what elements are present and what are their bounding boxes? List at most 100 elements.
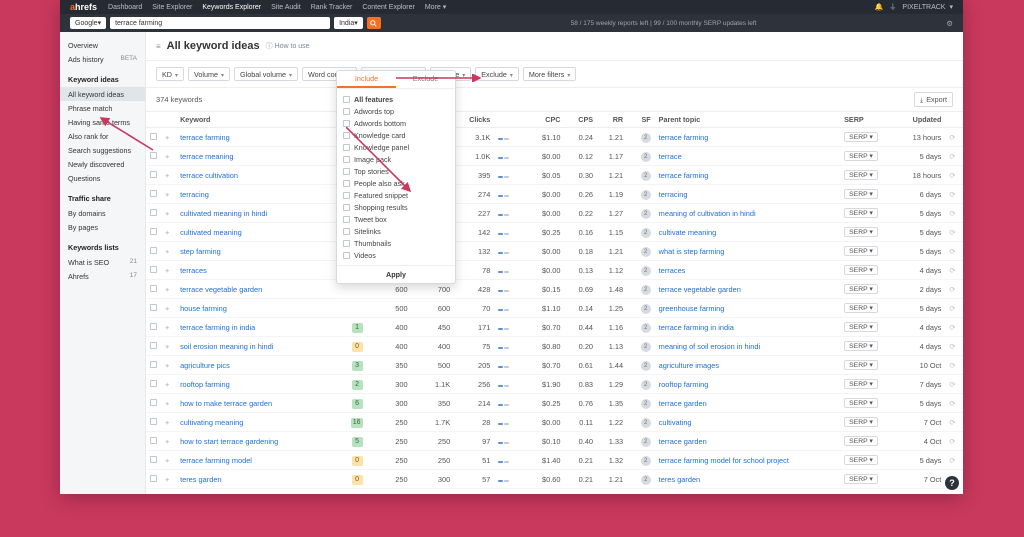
row-add[interactable]: + [161,451,176,470]
dropdown-option[interactable]: Shopping results [343,201,449,213]
refresh-button[interactable]: ⟳ [945,147,963,166]
serp-button[interactable]: SERP ▾ [840,166,893,185]
serp-button[interactable]: SERP ▾ [840,204,893,223]
refresh-button[interactable]: ⟳ [945,318,963,337]
refresh-button[interactable]: ⟳ [945,337,963,356]
row-checkbox[interactable] [146,166,161,185]
nav-item[interactable]: Keywords Explorer [202,4,261,11]
sidebar-item[interactable]: Having same terms [60,115,145,129]
sidebar-item[interactable]: Ahrefs17 [60,269,145,283]
gear-icon[interactable]: ⚙ [946,19,953,28]
sf-cell[interactable]: 2 [627,432,655,451]
refresh-button[interactable]: ⟳ [945,356,963,375]
serp-button[interactable]: SERP ▾ [840,147,893,166]
refresh-button[interactable]: ⟳ [945,204,963,223]
refresh-button[interactable]: ⟳ [945,280,963,299]
sf-cell[interactable]: 2 [627,185,655,204]
sf-cell[interactable]: 2 [627,204,655,223]
sf-cell[interactable]: 2 [627,242,655,261]
sf-cell[interactable]: 2 [627,451,655,470]
keyword-cell[interactable]: soil erosion meaning in hindi [176,337,336,356]
sf-cell[interactable]: 2 [627,280,655,299]
row-checkbox[interactable] [146,299,161,318]
row-add[interactable]: + [161,470,176,489]
account-menu[interactable]: PIXELTRACK ▾ [902,3,953,11]
keyword-cell[interactable]: how to start terrace gardening [176,432,336,451]
parent-topic-cell[interactable]: terrace farming in india [655,318,840,337]
table-header[interactable]: SF [627,112,655,128]
sf-cell[interactable]: 2 [627,261,655,280]
refresh-button[interactable]: ⟳ [945,394,963,413]
row-checkbox[interactable] [146,261,161,280]
dropdown-option[interactable]: Sitelinks [343,225,449,237]
table-header[interactable]: Parent topic [655,112,840,128]
serp-button[interactable]: SERP ▾ [840,470,893,489]
serp-button[interactable]: SERP ▾ [840,432,893,451]
sf-cell[interactable]: 2 [627,299,655,318]
parent-topic-cell[interactable]: terrace garden [655,394,840,413]
keyword-cell[interactable]: terrace farming in india [176,318,336,337]
serp-button[interactable]: SERP ▾ [840,261,893,280]
sidebar-item[interactable]: By pages [60,220,145,234]
help-button[interactable]: ? [945,476,959,490]
serp-button[interactable]: SERP ▾ [840,413,893,432]
filter-exclude[interactable]: Exclude [475,67,519,81]
sf-cell[interactable]: 2 [627,223,655,242]
country-select[interactable]: India ▾ [334,17,363,29]
keyword-cell[interactable]: terrace cultivation [176,166,336,185]
row-checkbox[interactable] [146,375,161,394]
sidebar-item[interactable]: Phrase match [60,101,145,115]
table-header[interactable]: CPC [524,112,564,128]
row-checkbox[interactable] [146,242,161,261]
parent-topic-cell[interactable]: meaning of cultivation in hindi [655,204,840,223]
sidebar-item[interactable]: What is SEO21 [60,255,145,269]
keyword-cell[interactable]: terrace farming model [176,451,336,470]
keyword-cell[interactable]: how to make terrace garden [176,394,336,413]
dropdown-tab-include[interactable]: Include [337,71,396,88]
dropdown-option[interactable]: All features [343,93,449,105]
keyword-cell[interactable]: rooftop farming [176,375,336,394]
dropdown-option[interactable]: Knowledge panel [343,141,449,153]
serp-button[interactable]: SERP ▾ [840,451,893,470]
row-checkbox[interactable] [146,394,161,413]
dropdown-option[interactable]: Adwords bottom [343,117,449,129]
refresh-button[interactable]: ⟳ [945,432,963,451]
parent-topic-cell[interactable]: terrace vegetable garden [655,280,840,299]
serp-button[interactable]: SERP ▾ [840,185,893,204]
dropdown-option[interactable]: Tweet box [343,213,449,225]
row-checkbox[interactable] [146,223,161,242]
serp-button[interactable]: SERP ▾ [840,318,893,337]
parent-topic-cell[interactable]: terrace [655,147,840,166]
dropdown-option[interactable]: People also ask [343,177,449,189]
serp-button[interactable]: SERP ▾ [840,337,893,356]
filter-volume[interactable]: Volume [188,67,230,81]
sf-cell[interactable]: 2 [627,356,655,375]
filter-more-filters[interactable]: More filters [523,67,577,81]
nav-item[interactable]: Content Explorer [362,4,415,11]
how-to-use[interactable]: ⓘ How to use [266,41,310,51]
serp-button[interactable]: SERP ▾ [840,356,893,375]
serp-button[interactable]: SERP ▾ [840,394,893,413]
dropdown-option[interactable]: Featured snippet [343,189,449,201]
parent-topic-cell[interactable]: what is step farming [655,242,840,261]
table-header[interactable]: CPS [564,112,597,128]
refresh-button[interactable]: ⟳ [945,261,963,280]
serp-button[interactable]: SERP ▾ [840,242,893,261]
row-add[interactable]: + [161,147,176,166]
table-header[interactable]: Updated [893,112,946,128]
row-add[interactable]: + [161,280,176,299]
nav-item[interactable]: More ▾ [425,4,446,11]
row-add[interactable]: + [161,204,176,223]
serp-button[interactable]: SERP ▾ [840,375,893,394]
refresh-button[interactable]: ⟳ [945,128,963,147]
refresh-button[interactable]: ⟳ [945,451,963,470]
table-header[interactable]: SERP [840,112,893,128]
parent-topic-cell[interactable]: terrace farming model for school project [655,451,840,470]
keyword-cell[interactable]: cultivated meaning [176,223,336,242]
row-add[interactable]: + [161,337,176,356]
parent-topic-cell[interactable]: teres garden [655,470,840,489]
dropdown-option[interactable]: Videos [343,249,449,261]
filter-kd[interactable]: KD [156,67,184,81]
row-add[interactable]: + [161,242,176,261]
notifications-icon[interactable]: 🔔 [875,3,884,11]
